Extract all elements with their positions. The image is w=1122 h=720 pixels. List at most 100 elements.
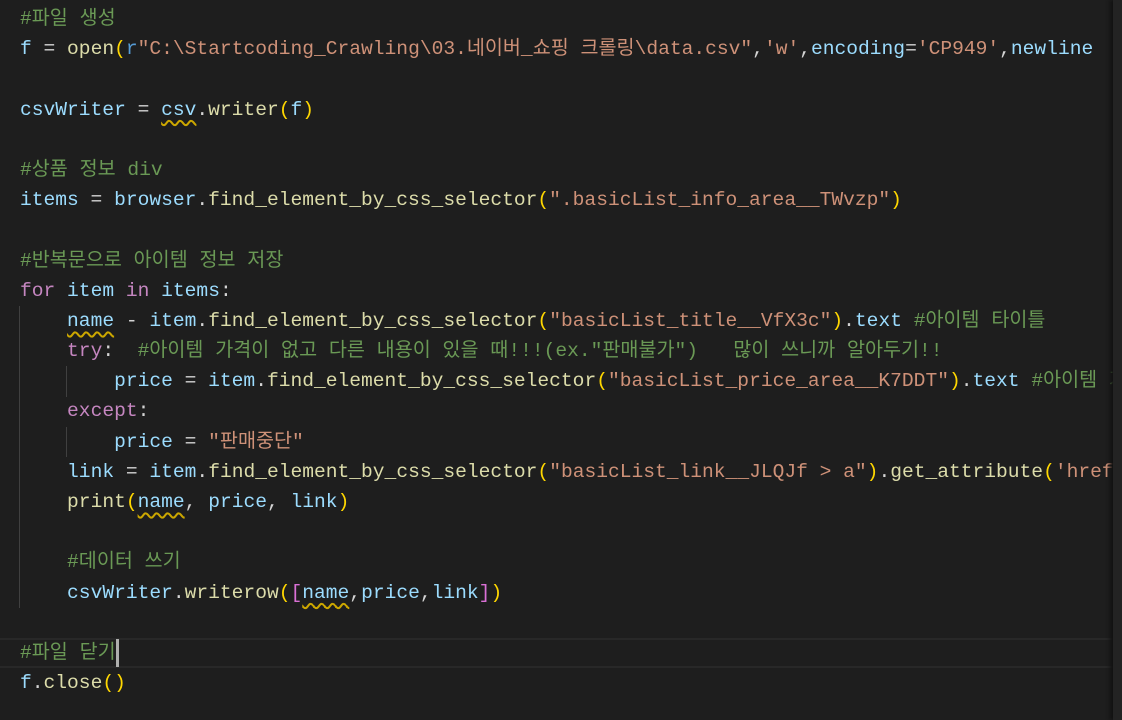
- code-token: #데이터 쓰기: [67, 551, 181, 574]
- code-line[interactable]: [20, 64, 1113, 94]
- code-token: price: [114, 430, 173, 453]
- code-token: .: [255, 370, 267, 393]
- code-line[interactable]: price = "판매중단": [20, 427, 1113, 457]
- code-line[interactable]: [20, 215, 1113, 245]
- code-token: ,: [752, 38, 764, 61]
- code-token: for: [20, 279, 56, 302]
- code-line[interactable]: #반복문으로 아이템 정보 저장: [20, 246, 1113, 276]
- code-token: ): [302, 98, 315, 121]
- code-token: =: [905, 38, 917, 61]
- code-token: newline: [1010, 38, 1094, 61]
- code-token: writerow: [184, 581, 279, 604]
- code-token: ): [890, 189, 902, 212]
- code-token: link: [431, 581, 479, 604]
- code-token: ): [831, 309, 844, 332]
- code-token: r: [125, 38, 138, 61]
- code-line[interactable]: #상품 정보 div: [20, 155, 1113, 185]
- code-line[interactable]: csvWriter.writerow([name,price,link]): [20, 578, 1113, 608]
- code-token: encoding: [810, 38, 906, 61]
- code-line[interactable]: except:: [20, 396, 1113, 426]
- code-line[interactable]: #데이터 쓰기: [20, 547, 1113, 577]
- code-token: :: [137, 400, 150, 423]
- code-line[interactable]: [20, 517, 1113, 547]
- code-token: .: [196, 309, 209, 332]
- code-token: 'href': [1054, 460, 1113, 483]
- code-token: f: [20, 38, 32, 61]
- code-token: =: [125, 98, 162, 121]
- code-token: items: [20, 189, 79, 212]
- code-token: ): [948, 370, 961, 393]
- code-token: name: [67, 309, 115, 332]
- text-cursor: [115, 639, 119, 668]
- code-token: #아이템 가격이 없고 다른 내용이 있을 때!!!(ex."판매불가") 많이…: [137, 340, 943, 363]
- code-token: #아이템 가격: [1031, 370, 1113, 393]
- code-token: ,: [184, 491, 209, 513]
- code-token: ".basicList_info_area__TWvzp": [549, 189, 891, 212]
- code-line[interactable]: print(name, price, link): [20, 487, 1113, 517]
- code-token: #파일 닫기: [20, 641, 116, 664]
- code-line[interactable]: f.close(): [20, 668, 1113, 698]
- code-token: =: [78, 189, 115, 212]
- code-lines[interactable]: #파일 생성 f = open(r"C:\Startcoding_Crawling…: [20, 4, 1113, 698]
- code-token: price: [114, 370, 173, 393]
- code-token: price: [208, 491, 267, 513]
- code-token: =: [172, 370, 209, 393]
- code-token: 'w': [763, 38, 800, 61]
- code-line[interactable]: price = item.find_element_by_css_selecto…: [20, 366, 1113, 396]
- code-token: #아이템 타이틀: [913, 309, 1046, 332]
- code-token: item: [149, 309, 197, 332]
- code-token: (: [278, 581, 291, 604]
- code-token: open: [67, 38, 115, 61]
- code-line[interactable]: [20, 125, 1113, 155]
- code-line[interactable]: f = open(r"C:\Startcoding_Crawling\03.네이…: [20, 34, 1113, 64]
- code-token: item: [149, 460, 197, 483]
- code-line[interactable]: for item in items:: [20, 276, 1113, 306]
- code-line[interactable]: try: #아이템 가격이 없고 다른 내용이 있을 때!!!(ex."판매불가…: [20, 336, 1113, 366]
- code-token: (: [537, 189, 550, 212]
- code-line[interactable]: name - item.find_element_by_css_selector…: [20, 306, 1113, 336]
- code-token: except: [67, 400, 138, 423]
- code-token: .: [31, 672, 44, 695]
- code-token: link: [290, 491, 338, 513]
- code-token: try: [67, 340, 103, 363]
- code-token: ,: [999, 38, 1011, 61]
- minimap-scrollbar[interactable]: [1113, 0, 1122, 720]
- code-line[interactable]: csvWriter = csv.writer(f): [20, 95, 1113, 125]
- code-line[interactable]: [20, 608, 1113, 638]
- code-token: "basicList_price_area__K7DDT": [607, 370, 949, 393]
- code-token: close: [43, 672, 103, 695]
- code-token: (: [537, 460, 550, 483]
- code-token: =: [31, 38, 68, 61]
- code-token: -: [114, 309, 150, 332]
- code-token: .: [172, 581, 185, 604]
- code-line[interactable]: #파일 닫기: [20, 638, 1113, 668]
- code-token: (: [125, 491, 138, 513]
- code-token: price: [361, 581, 420, 604]
- code-token: find_element_by_css_selector: [266, 370, 597, 393]
- code-line[interactable]: link = item.find_element_by_css_selector…: [20, 457, 1113, 487]
- code-token: .: [196, 189, 209, 212]
- code-token: csvWriter: [20, 98, 126, 121]
- code-token: text: [854, 309, 902, 332]
- code-token: ): [337, 491, 350, 513]
- code-line[interactable]: #파일 생성: [20, 4, 1113, 34]
- code-token: csv: [161, 98, 197, 121]
- code-token: =: [172, 430, 209, 453]
- code-token: find_element_by_css_selector: [208, 189, 538, 212]
- code-token: ): [490, 581, 503, 604]
- code-token: [: [290, 581, 303, 604]
- code-token: browser: [114, 189, 197, 212]
- code-token: item: [67, 279, 115, 302]
- code-editor[interactable]: #파일 생성 f = open(r"C:\Startcoding_Crawling…: [0, 0, 1113, 720]
- code-token: print: [67, 491, 126, 513]
- code-token: item: [208, 370, 256, 393]
- code-token: text: [972, 370, 1020, 393]
- code-line[interactable]: items = browser.find_element_by_css_sele…: [20, 185, 1113, 215]
